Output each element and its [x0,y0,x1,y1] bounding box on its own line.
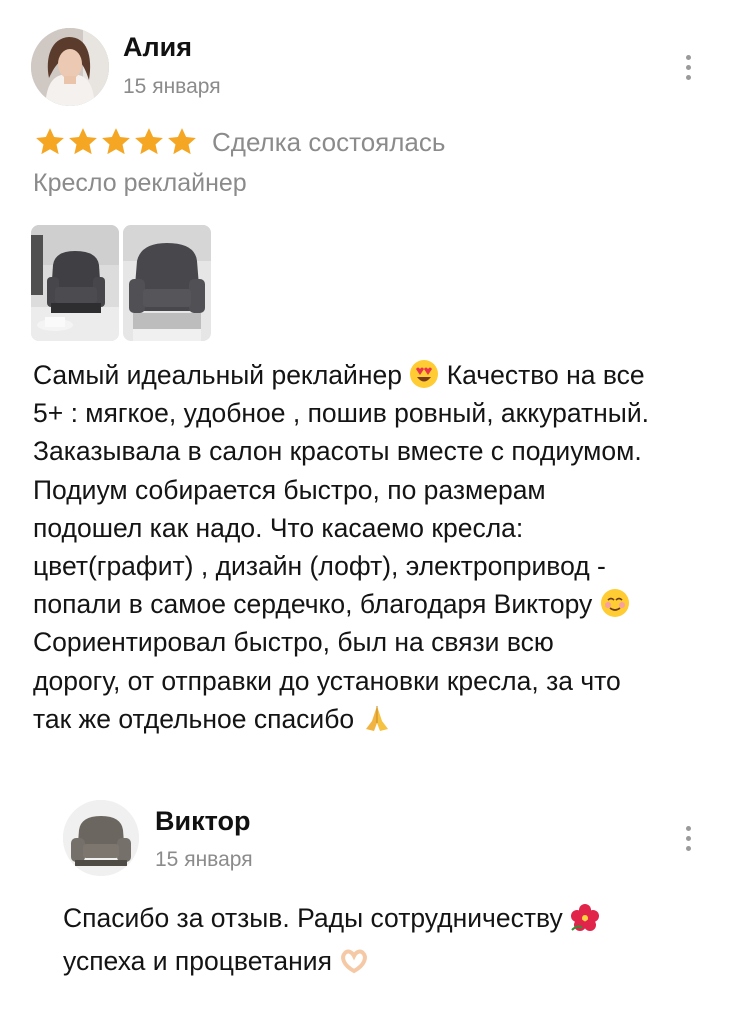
rating-row: Сделка состоялась [33,124,445,160]
author-avatar[interactable] [31,28,109,106]
more-options-icon[interactable] [683,826,693,851]
folded-hands-emoji [365,705,388,731]
review-photo[interactable] [123,225,211,341]
reply-text: Спасибо за отзыв. Рады сотрудничеству ус… [63,897,723,983]
heart-hands-emoji [341,949,368,974]
photo-gallery [31,225,211,341]
author-name[interactable]: Алия [123,32,192,63]
heart-eyes-emoji [410,360,439,388]
reply-date: 15 января [155,848,253,871]
star-icon [102,128,130,155]
star-icon [69,128,97,155]
reply-author-name[interactable]: Виктор [155,806,250,837]
star-icon [36,128,64,155]
product-name: Кресло реклайнер [33,169,247,197]
smiling-face-emoji [600,589,629,618]
reply-author-avatar[interactable] [63,800,139,876]
deal-status: Сделка состоялась [212,126,446,157]
more-options-icon[interactable] [683,55,693,80]
review-photo[interactable] [31,225,119,341]
review-date: 15 января [123,75,221,98]
hibiscus-emoji [571,904,600,931]
star-icon [135,128,163,155]
star-icon [168,128,196,155]
review-text: Самый идеальный реклайнер Качество на вс… [33,360,649,734]
